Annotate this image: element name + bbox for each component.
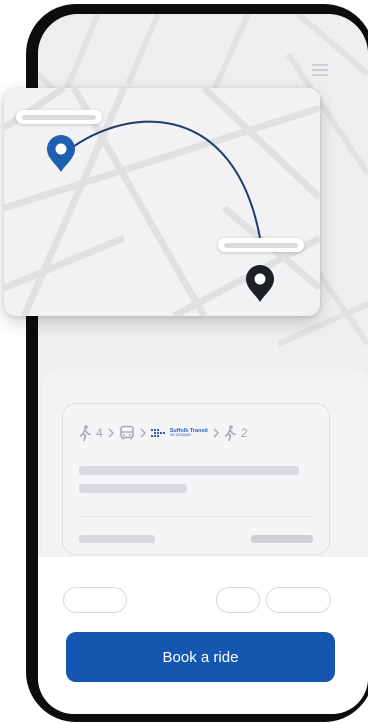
option-chip[interactable] (63, 587, 127, 613)
option-chip[interactable] (216, 587, 260, 613)
placeholder-line (79, 466, 299, 475)
placeholder-line (79, 484, 187, 493)
chevron-right-icon (108, 428, 114, 438)
chevron-right-icon (140, 428, 146, 438)
bus-icon (119, 425, 134, 440)
transit-brand-logo: Suffolk Transit ON DEMAND (150, 428, 208, 438)
route-map-card[interactable] (4, 88, 320, 316)
walk-icon (79, 425, 91, 441)
route-summary: 4 Suffolk Transit ON DEMAND 2 (79, 422, 248, 444)
menu-icon[interactable] (312, 64, 328, 76)
card-divider (79, 516, 313, 517)
destination-label (218, 238, 304, 252)
walk-from-minutes: 2 (240, 426, 248, 440)
brand-subtitle: ON DEMAND (169, 433, 192, 437)
brand-mark-icon (150, 429, 165, 437)
walk-to-minutes: 4 (96, 426, 103, 440)
walk-icon (224, 425, 236, 441)
trip-sheet: 4 Suffolk Transit ON DEMAND 2 (42, 369, 368, 569)
placeholder-line (251, 535, 313, 543)
chevron-right-icon (213, 428, 219, 438)
trip-option-card[interactable]: 4 Suffolk Transit ON DEMAND 2 (62, 403, 330, 555)
placeholder-line (79, 535, 155, 543)
bottom-panel: Book a ride (38, 557, 368, 714)
option-chip[interactable] (266, 587, 331, 613)
origin-label (16, 110, 102, 124)
book-ride-button[interactable]: Book a ride (66, 632, 335, 682)
